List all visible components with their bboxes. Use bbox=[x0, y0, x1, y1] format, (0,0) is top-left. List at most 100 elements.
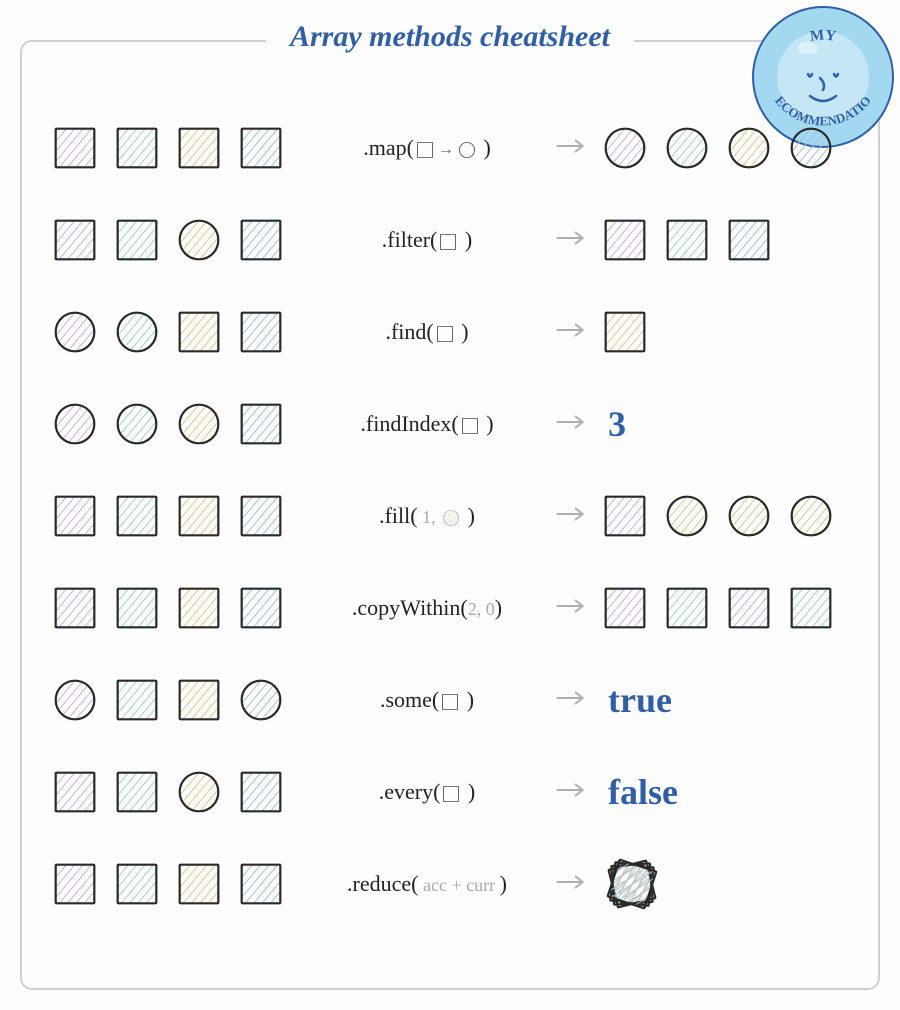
page-title: Array methods cheatsheet bbox=[290, 20, 610, 54]
map-input-1-square bbox=[114, 125, 160, 171]
filter-method-prefix: .filter( bbox=[382, 227, 438, 252]
fill-input-0-square bbox=[52, 493, 98, 539]
map-method-suffix: ) bbox=[478, 135, 491, 160]
svg-text:MY: MY bbox=[809, 27, 837, 45]
map-method-inline-arrow-icon: → bbox=[438, 141, 454, 159]
filter-output-2-square bbox=[726, 217, 772, 263]
copyWithin-method-inline-text: 2, 0 bbox=[468, 599, 495, 619]
cheatsheet-frame: Array methods cheatsheet MY RECOMMENDATI… bbox=[20, 40, 880, 990]
row-fill: .fill( 1, ) bbox=[52, 470, 848, 562]
reduce-input-2-square bbox=[176, 861, 222, 907]
badge-top-text: MY bbox=[809, 27, 837, 45]
copyWithin-output-1-square bbox=[664, 585, 710, 631]
copyWithin-input-shapes bbox=[52, 585, 302, 631]
findIndex-method-inline-square-icon bbox=[461, 417, 479, 435]
copyWithin-input-3-square bbox=[238, 585, 284, 631]
fill-input-2-square bbox=[176, 493, 222, 539]
every-method-label: .every( ) bbox=[312, 779, 542, 805]
map-output-0-circle bbox=[602, 125, 648, 171]
fill-input-shapes bbox=[52, 493, 302, 539]
some-result-text: true bbox=[602, 679, 848, 721]
fill-output-1-circle bbox=[664, 493, 710, 539]
fill-method-label: .fill( 1, ) bbox=[312, 503, 542, 529]
every-method-inline-square-icon bbox=[442, 785, 460, 803]
fill-input-1-square bbox=[114, 493, 160, 539]
reduce-method-suffix: ) bbox=[500, 871, 507, 896]
map-output-shapes bbox=[602, 125, 848, 171]
fill-arrow-icon bbox=[552, 504, 592, 529]
find-input-1-circle bbox=[114, 309, 160, 355]
map-input-2-square bbox=[176, 125, 222, 171]
copyWithin-input-1-square bbox=[114, 585, 160, 631]
filter-input-0-square bbox=[52, 217, 98, 263]
row-findIndex: .findIndex( )3 bbox=[52, 378, 848, 470]
fill-method-prefix: .fill( bbox=[379, 503, 418, 528]
find-input-shapes bbox=[52, 309, 302, 355]
map-method-inline-square-icon bbox=[416, 141, 434, 159]
fill-output-shapes bbox=[602, 493, 848, 539]
find-method-label: .find( ) bbox=[312, 319, 542, 345]
findIndex-arrow-icon bbox=[552, 412, 592, 437]
find-input-2-square bbox=[176, 309, 222, 355]
findIndex-input-1-circle bbox=[114, 401, 160, 447]
every-input-0-square bbox=[52, 769, 98, 815]
every-method-prefix: .every( bbox=[379, 779, 441, 804]
filter-input-1-square bbox=[114, 217, 160, 263]
row-find: .find( ) bbox=[52, 286, 848, 378]
find-arrow-icon bbox=[552, 320, 592, 345]
row-some: .some( ) true bbox=[52, 654, 848, 746]
filter-method-inline-square-icon bbox=[439, 233, 457, 251]
every-input-shapes bbox=[52, 769, 302, 815]
title-wrap: Array methods cheatsheet bbox=[266, 20, 634, 54]
some-method-prefix: .some( bbox=[380, 687, 439, 712]
copyWithin-arrow-icon bbox=[552, 596, 592, 621]
findIndex-method-prefix: .findIndex( bbox=[360, 411, 458, 436]
map-output-3-circle bbox=[788, 125, 834, 171]
reduce-method-label: .reduce( acc + curr ) bbox=[312, 871, 542, 897]
copyWithin-input-2-square bbox=[176, 585, 222, 631]
map-method-inline-circle-icon bbox=[458, 141, 476, 159]
copyWithin-output-shapes bbox=[602, 585, 848, 631]
some-input-shapes bbox=[52, 677, 302, 723]
filter-arrow-icon bbox=[552, 228, 592, 253]
filter-method-label: .filter( ) bbox=[312, 227, 542, 253]
filter-output-0-square bbox=[602, 217, 648, 263]
find-method-suffix: ) bbox=[456, 319, 469, 344]
row-filter: .filter( ) bbox=[52, 194, 848, 286]
findIndex-method-suffix: ) bbox=[481, 411, 494, 436]
some-method-label: .some( ) bbox=[312, 687, 542, 713]
some-input-0-circle bbox=[52, 677, 98, 723]
reduce-input-1-square bbox=[114, 861, 160, 907]
reduce-input-0-square bbox=[52, 861, 98, 907]
every-result-text: false bbox=[602, 771, 848, 813]
some-input-2-square bbox=[176, 677, 222, 723]
filter-input-2-circle bbox=[176, 217, 222, 263]
fill-method-inline-text: 1, bbox=[418, 507, 441, 527]
row-map: .map(→ ) bbox=[52, 102, 848, 194]
reduce-arrow-icon bbox=[552, 872, 592, 897]
find-input-3-square bbox=[238, 309, 284, 355]
copyWithin-output-3-square bbox=[788, 585, 834, 631]
every-method-suffix: ) bbox=[462, 779, 475, 804]
reduce-input-shapes bbox=[52, 861, 302, 907]
reduce-output-shapes bbox=[602, 854, 848, 914]
some-method-inline-square-icon bbox=[441, 693, 459, 711]
copyWithin-method-prefix: .copyWithin( bbox=[352, 595, 468, 620]
rows-container: .map(→ ) .filter( ) .find( ) .findIndex(… bbox=[52, 102, 848, 930]
map-input-3-square bbox=[238, 125, 284, 171]
filter-method-suffix: ) bbox=[459, 227, 472, 252]
fill-method-inline-circle-icon bbox=[442, 509, 460, 527]
map-output-1-circle bbox=[664, 125, 710, 171]
fill-output-3-circle bbox=[788, 493, 834, 539]
filter-input-3-square bbox=[238, 217, 284, 263]
some-input-3-circle bbox=[238, 677, 284, 723]
some-input-1-square bbox=[114, 677, 160, 723]
findIndex-input-0-circle bbox=[52, 401, 98, 447]
fill-method-suffix: ) bbox=[462, 503, 475, 528]
fill-input-3-square bbox=[238, 493, 284, 539]
find-method-inline-square-icon bbox=[436, 325, 454, 343]
reduce-method-prefix: .reduce( bbox=[347, 871, 418, 896]
fill-output-0-square bbox=[602, 493, 648, 539]
every-arrow-icon bbox=[552, 780, 592, 805]
find-method-prefix: .find( bbox=[385, 319, 433, 344]
